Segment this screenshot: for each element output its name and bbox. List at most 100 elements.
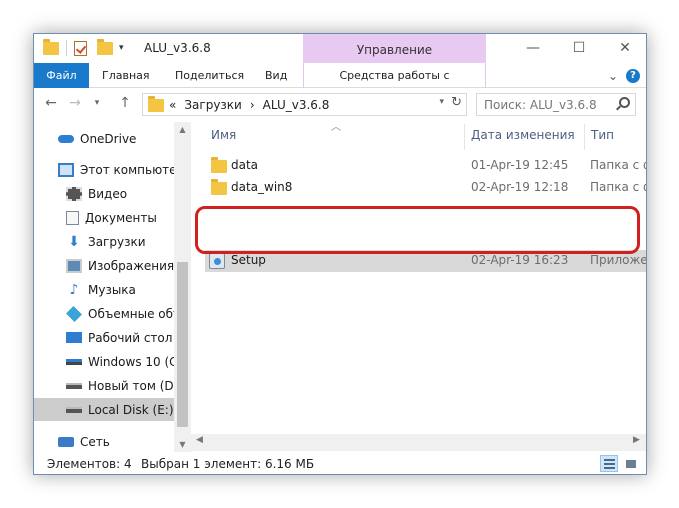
- desktop-icon: [66, 332, 82, 343]
- folder-icon: [43, 38, 59, 55]
- pictures-icon: [66, 258, 82, 273]
- drive-icon: [66, 406, 82, 413]
- scroll-up-icon[interactable]: ▲: [174, 125, 191, 134]
- breadcrumb: « Загрузки › ALU_v3.6.8: [169, 98, 329, 112]
- nav-item-drive-c[interactable]: Windows 10 (C:): [34, 350, 174, 373]
- nav-item-this-pc[interactable]: Этот компьютер: [34, 158, 174, 181]
- recent-locations-icon[interactable]: ▾: [88, 98, 106, 108]
- breadcrumb-downloads[interactable]: Загрузки: [184, 98, 242, 112]
- search-placeholder: Поиск: ALU_v3.6.8: [484, 98, 597, 112]
- nav-item-3d-objects[interactable]: Объемные объ: [34, 302, 174, 325]
- tab-view[interactable]: Вид: [255, 63, 297, 88]
- quick-access-toolbar: ▾: [43, 38, 124, 56]
- tab-home[interactable]: Главная: [92, 63, 160, 88]
- file-type: Папка с ф: [590, 158, 647, 172]
- setup-app-icon: [209, 253, 225, 269]
- scrollbar-thumb[interactable]: [177, 262, 188, 427]
- nav-item-label: Этот компьютер: [80, 162, 174, 177]
- address-dropdown-icon[interactable]: ▾: [439, 97, 444, 107]
- nav-scrollbar[interactable]: ▲ ▼: [174, 122, 191, 452]
- status-bar: Элементов: 4 Выбран 1 элемент: 6.16 МБ: [34, 452, 646, 474]
- nav-item-label: Local Disk (E:): [88, 402, 174, 417]
- file-list: ︿ Имя Дата изменения Тип data 01-Apr-19 …: [191, 122, 647, 452]
- selection-info: Выбран 1 элемент: 6.16 МБ: [141, 457, 315, 471]
- nav-item-label: Видео: [88, 186, 128, 201]
- horizontal-scrollbar[interactable]: ◀ ▶: [191, 434, 646, 451]
- properties-icon[interactable]: [74, 40, 87, 56]
- sort-ascending-icon: ︿: [331, 122, 341, 133]
- breadcrumb-overflow[interactable]: «: [169, 98, 176, 112]
- nav-item-downloads[interactable]: ⬇ Загрузки: [34, 230, 174, 253]
- highlight-frame: [195, 206, 640, 254]
- file-date: 01-Apr-19 12:45: [471, 158, 569, 172]
- video-icon: [66, 186, 82, 201]
- computer-icon: [58, 162, 74, 177]
- folder-icon: [148, 96, 164, 112]
- file-date: 02-Apr-19 12:18: [471, 180, 569, 194]
- file-type: Папка с ф: [590, 180, 647, 194]
- search-input[interactable]: Поиск: ALU_v3.6.8: [476, 93, 636, 116]
- drive-icon: [66, 358, 82, 365]
- column-type-header[interactable]: Тип: [591, 128, 614, 142]
- close-button[interactable]: ✕: [602, 34, 646, 63]
- nav-item-label: Windows 10 (C:): [88, 354, 174, 369]
- nav-item-network[interactable]: Сеть: [34, 430, 174, 453]
- file-name: data: [231, 158, 259, 172]
- nav-item-onedrive[interactable]: OneDrive: [34, 127, 174, 150]
- nav-item-music[interactable]: ♪ Музыка: [34, 278, 174, 301]
- scroll-right-icon[interactable]: ▶: [633, 435, 640, 445]
- scroll-left-icon[interactable]: ◀: [196, 435, 203, 445]
- nav-item-documents[interactable]: Документы: [34, 206, 174, 229]
- navigation-pane: OneDrive Этот компьютер Видео Документы …: [34, 122, 191, 452]
- music-icon: ♪: [69, 281, 79, 298]
- file-row-data[interactable]: data 01-Apr-19 12:45 Папка с ф: [205, 155, 647, 177]
- tab-share[interactable]: Поделиться: [165, 63, 254, 88]
- file-date: 02-Apr-19 16:23: [471, 253, 569, 267]
- help-icon[interactable]: ?: [626, 69, 640, 83]
- tab-file[interactable]: Файл: [34, 63, 89, 88]
- tab-app-tools[interactable]: Средства работы с приложениями: [303, 63, 486, 107]
- forward-arrow-icon[interactable]: →: [66, 95, 84, 111]
- file-type: Приложен: [590, 253, 647, 267]
- folder-icon: [211, 179, 227, 195]
- drive-icon: [66, 382, 82, 389]
- back-arrow-icon[interactable]: ←: [42, 95, 60, 111]
- nav-item-label: Объемные объ: [88, 306, 174, 321]
- nav-item-drive-d[interactable]: Новый том (D:): [34, 374, 174, 397]
- onedrive-icon: [58, 134, 74, 143]
- details-view-button[interactable]: [600, 455, 618, 472]
- navigation-bar: ← → ▾ ↑ « Загрузки › ALU_v3.6.8 ▾ ↻ Поис…: [34, 89, 646, 121]
- maximize-button[interactable]: ☐: [556, 34, 602, 63]
- breadcrumb-separator[interactable]: ›: [250, 98, 255, 112]
- nav-item-desktop[interactable]: Рабочий стол: [34, 326, 174, 349]
- nav-item-pictures[interactable]: Изображения: [34, 254, 174, 277]
- nav-item-label: Загрузки: [88, 234, 146, 249]
- column-divider[interactable]: [584, 124, 585, 150]
- refresh-icon[interactable]: ↻: [451, 95, 462, 110]
- column-date-header[interactable]: Дата изменения: [471, 128, 575, 142]
- window-title: ALU_v3.6.8: [144, 41, 211, 55]
- expand-ribbon-icon[interactable]: ⌄: [608, 69, 618, 83]
- nav-item-label: Рабочий стол: [88, 330, 173, 345]
- title-bar: ▾ ALU_v3.6.8 Управление — ☐ ✕: [34, 34, 646, 63]
- address-bar[interactable]: « Загрузки › ALU_v3.6.8 ▾ ↻: [142, 93, 467, 116]
- network-icon: [58, 436, 74, 447]
- breadcrumb-current[interactable]: ALU_v3.6.8: [263, 98, 330, 112]
- search-icon[interactable]: [619, 97, 630, 108]
- toolbar-divider: [66, 40, 67, 56]
- up-arrow-icon[interactable]: ↑: [116, 95, 134, 111]
- file-row-data-win8[interactable]: data_win8 02-Apr-19 12:18 Папка с ф: [205, 177, 647, 199]
- explorer-window: ▾ ALU_v3.6.8 Управление — ☐ ✕ Файл Главн…: [33, 33, 647, 475]
- nav-item-drive-e[interactable]: Local Disk (E:): [34, 398, 174, 421]
- nav-item-video[interactable]: Видео: [34, 182, 174, 205]
- file-name: Setup: [231, 253, 266, 267]
- column-name-header[interactable]: Имя: [211, 128, 236, 142]
- new-folder-icon[interactable]: [97, 38, 113, 55]
- customize-toolbar-icon[interactable]: ▾: [119, 43, 124, 53]
- scroll-down-icon[interactable]: ▼: [174, 440, 191, 449]
- minimize-button[interactable]: —: [510, 34, 556, 63]
- documents-icon: [66, 210, 79, 225]
- column-divider[interactable]: [464, 124, 465, 150]
- large-icons-view-button[interactable]: [622, 455, 640, 472]
- nav-item-label: Изображения: [88, 258, 174, 273]
